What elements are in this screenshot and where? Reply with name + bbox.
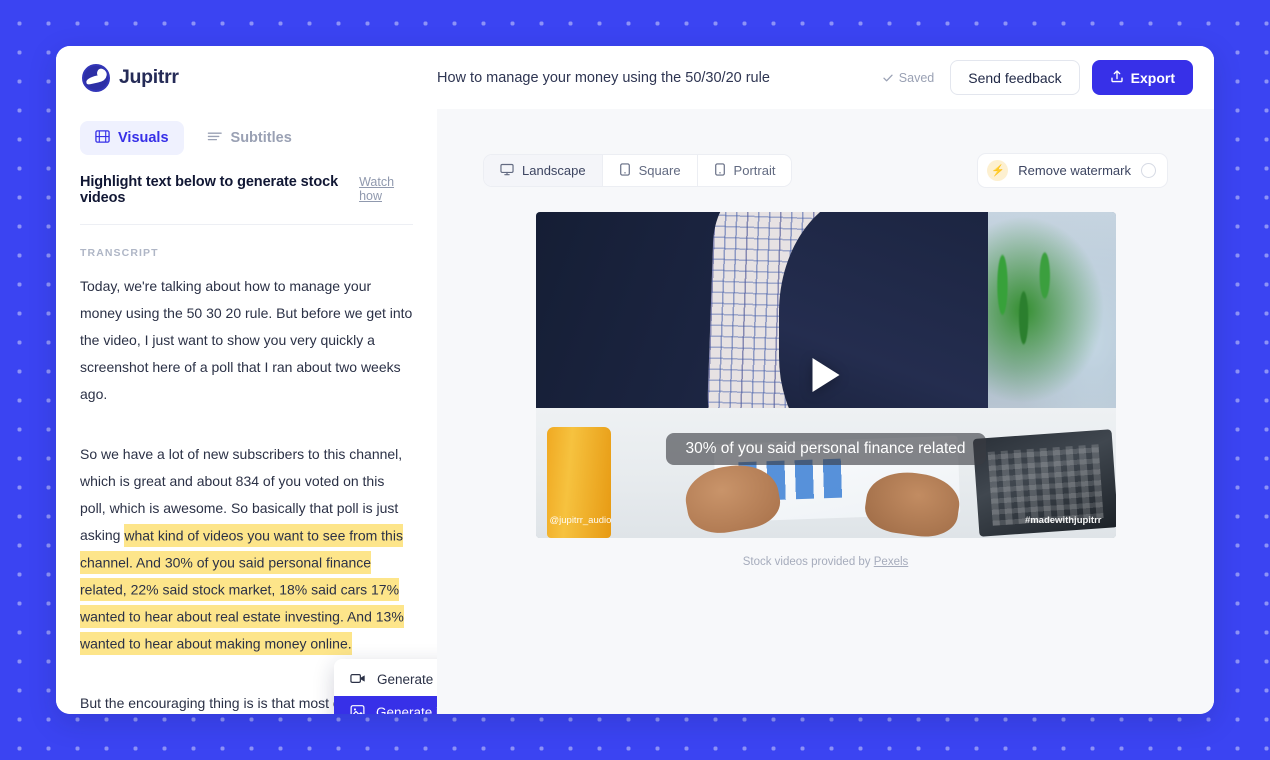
- aspect-option-label: Portrait: [733, 163, 776, 178]
- video-watermark-right: #madewithjupitrr: [1024, 515, 1102, 526]
- preview-toolbar: Landscape Square Portrait ⚡ Remove water…: [437, 153, 1214, 188]
- saved-label: Saved: [898, 70, 935, 85]
- stock-video-credit: Stock videos provided by Pexels: [743, 556, 909, 568]
- transcript-text: Today, we're talking about how to manage…: [80, 278, 413, 402]
- watch-how-link[interactable]: Watch how: [359, 175, 413, 203]
- transcript-paragraph[interactable]: So we have a lot of new subscribers to t…: [80, 441, 413, 657]
- jupitrr-planet-logo-icon: [82, 63, 110, 92]
- remove-watermark-label: Remove watermark: [1018, 163, 1131, 178]
- page-background: Jupitrr How to manage your money using t…: [0, 0, 1270, 760]
- upload-icon: [1110, 69, 1124, 87]
- export-button[interactable]: Export: [1091, 60, 1193, 95]
- brand: Jupitrr: [82, 63, 437, 92]
- aspect-option-label: Square: [638, 163, 681, 178]
- transcript-label: TRANSCRIPT: [80, 247, 159, 259]
- toggle-off-icon[interactable]: [1141, 163, 1156, 178]
- panel-tabs: Visuals Subtitles: [56, 121, 437, 155]
- square-icon: [619, 162, 631, 179]
- menu-item-label: Generate video: [377, 672, 437, 687]
- credit-text: Stock videos provided by: [742, 556, 874, 568]
- send-feedback-button[interactable]: Send feedback: [950, 60, 1080, 95]
- bolt-icon: ⚡: [987, 160, 1009, 181]
- brand-name: Jupitrr: [119, 66, 179, 88]
- transcript-highlighted-text[interactable]: what kind of videos you want to see from…: [80, 523, 404, 655]
- export-label: Export: [1130, 69, 1175, 86]
- video-watermark-left: @jupitrr_audio: [549, 515, 612, 526]
- header-actions: Saved Send feedback Export: [882, 60, 1193, 95]
- aspect-option-square[interactable]: Square: [602, 155, 698, 186]
- check-icon: [882, 72, 894, 84]
- highlight-hint: Highlight text below to generate stock v…: [80, 174, 339, 206]
- app-card: Jupitrr How to manage your money using t…: [56, 46, 1214, 714]
- aspect-ratio-segmented-control[interactable]: Landscape Square Portrait: [483, 154, 793, 187]
- remove-watermark-control[interactable]: ⚡ Remove watermark: [977, 153, 1168, 188]
- aspect-option-portrait[interactable]: Portrait: [697, 155, 792, 186]
- saved-status: Saved: [882, 71, 934, 85]
- subtitles-lines-icon: [207, 129, 223, 148]
- video-preview[interactable]: 30% of you said personal finance related…: [535, 212, 1116, 538]
- aspect-option-label: Landscape: [522, 163, 586, 178]
- left-panel: Visuals Subtitles Highlight text below t…: [56, 109, 437, 714]
- portrait-icon: [714, 162, 726, 179]
- app-header: Jupitrr How to manage your money using t…: [56, 46, 1214, 109]
- tab-subtitles[interactable]: Subtitles: [192, 121, 307, 155]
- video-camera-icon: [350, 672, 366, 688]
- transcript-paragraph[interactable]: Today, we're talking about how to manage…: [80, 273, 413, 408]
- aspect-option-landscape[interactable]: Landscape: [484, 155, 603, 186]
- generate-context-menu[interactable]: Generate video Generate image: [334, 659, 437, 714]
- image-icon: [350, 704, 365, 714]
- menu-item-generate-image[interactable]: Generate image: [334, 696, 437, 714]
- video-caption: 30% of you said personal finance related: [665, 433, 986, 465]
- tab-subtitles-label: Subtitles: [230, 130, 292, 146]
- document-title: How to manage your money using the 50/30…: [437, 69, 770, 86]
- menu-item-generate-video[interactable]: Generate video: [334, 663, 437, 696]
- film-strip-icon: [95, 129, 110, 148]
- tab-visuals-label: Visuals: [118, 130, 169, 146]
- pexels-link[interactable]: Pexels: [874, 556, 909, 568]
- tab-visuals[interactable]: Visuals: [80, 121, 184, 155]
- right-panel: Landscape Square Portrait ⚡ Remove water…: [437, 109, 1214, 714]
- app-body: Visuals Subtitles Highlight text below t…: [56, 109, 1214, 714]
- monitor-icon: [500, 163, 514, 179]
- menu-item-label: Generate image: [376, 705, 437, 714]
- highlight-hint-row: Highlight text below to generate stock v…: [56, 174, 437, 206]
- play-icon[interactable]: [812, 358, 839, 392]
- transcript-body[interactable]: Today, we're talking about how to manage…: [56, 259, 437, 714]
